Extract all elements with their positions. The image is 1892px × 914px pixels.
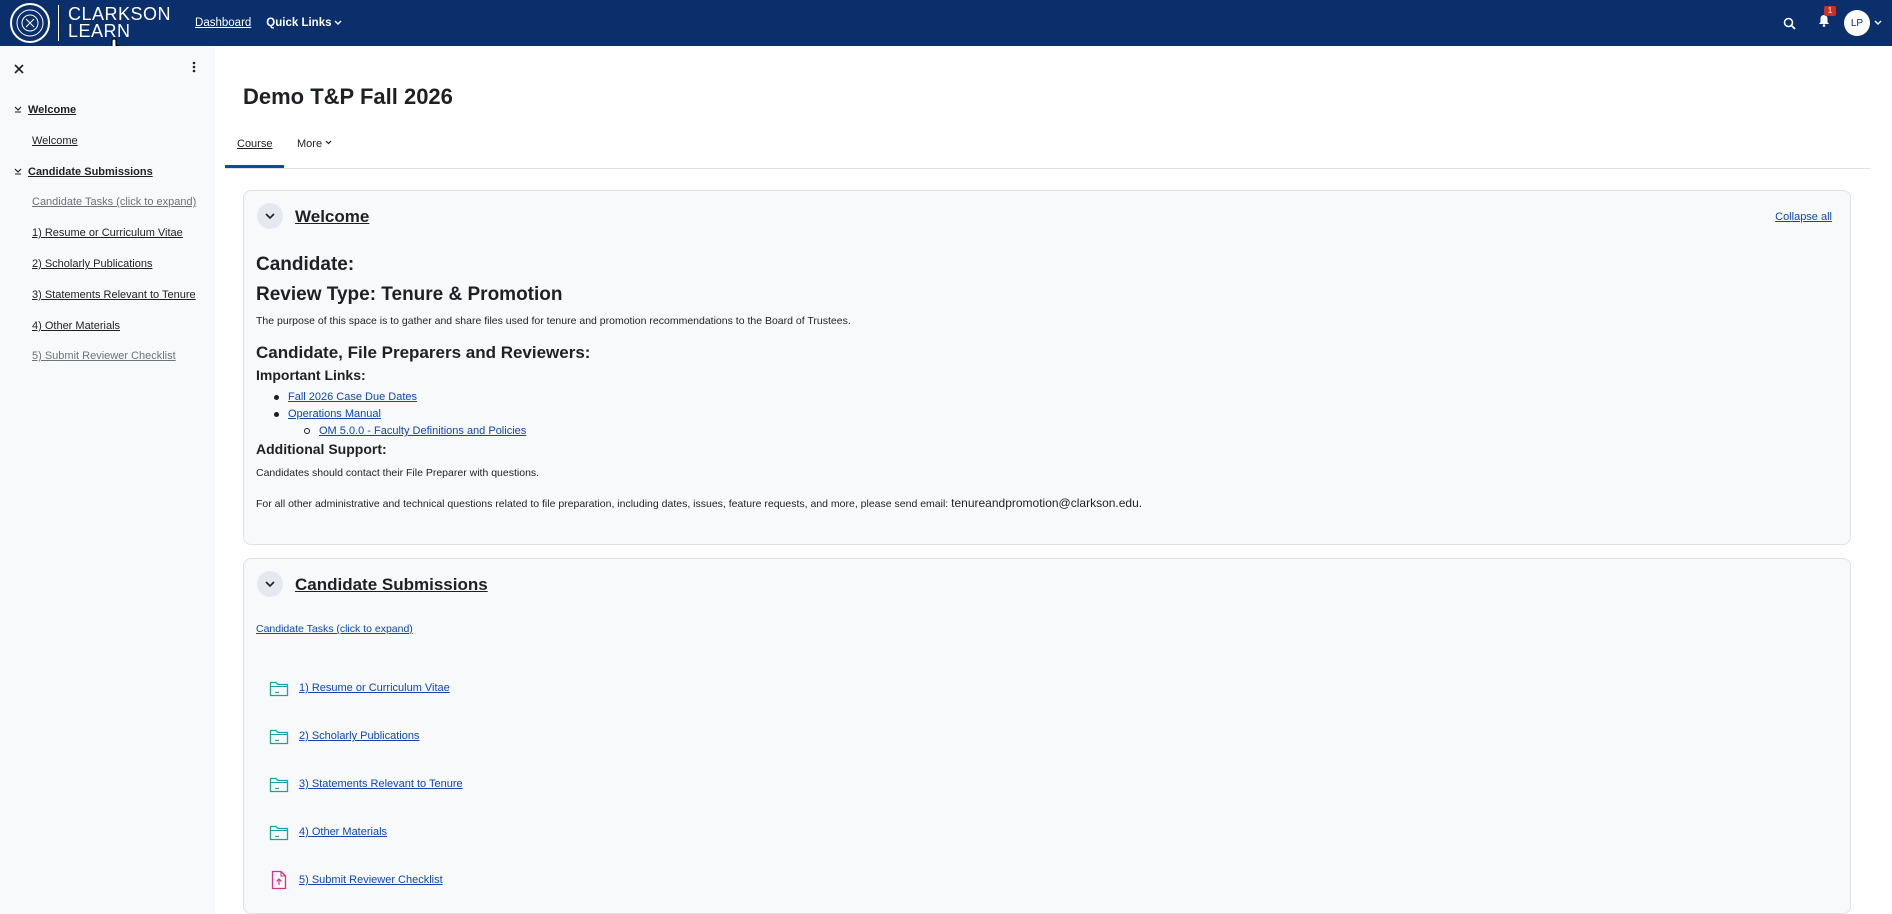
drawer-item-candidate-tasks[interactable]: Candidate Tasks (click to expand) [32, 196, 196, 208]
top-navbar: CLARKSON LEARN Dashboard Quick Links 1 L… [0, 0, 1892, 46]
page-title: Demo T&P Fall 2026 [243, 84, 453, 109]
drawer-item-other-materials[interactable]: 4) Other Materials [32, 320, 120, 332]
candidate-heading: Candidate: [256, 254, 355, 275]
secondary-navigation: Course More [225, 136, 1870, 169]
quick-links-label: Quick Links [266, 17, 332, 29]
site-logo[interactable]: CLARKSON LEARN [10, 0, 171, 46]
section-collapse-toggle[interactable] [257, 203, 283, 229]
activity-link[interactable]: 5) Submit Reviewer Checklist [299, 874, 443, 886]
close-drawer-icon[interactable] [14, 61, 24, 77]
main-content: Demo T&P Fall 2026 Course More Welcome C… [215, 46, 1892, 914]
notifications-button[interactable]: 1 [1818, 6, 1836, 32]
chevron-down-icon [265, 207, 275, 225]
circle-bullet-icon [304, 428, 310, 434]
drawer-item-welcome[interactable]: Welcome [32, 135, 78, 147]
activity-statements-tenure[interactable]: 3) Statements Relevant to Tenure [268, 773, 463, 795]
chevron-down-icon[interactable] [14, 105, 22, 115]
activity-scholarly-publications[interactable]: 2) Scholarly Publications [268, 725, 419, 747]
support-text-admin: For all other administrative and technic… [256, 496, 1142, 510]
drawer-item-reviewer-checklist[interactable]: 5) Submit Reviewer Checklist [32, 350, 176, 362]
drawer-item-resume[interactable]: 1) Resume or Curriculum Vitae [32, 227, 183, 239]
section-candidate-submissions: Candidate Submissions Candidate Tasks (c… [243, 558, 1851, 914]
tab-course-label[interactable]: Course [237, 138, 272, 150]
purpose-text: The purpose of this space is to gather a… [256, 315, 851, 327]
chevron-down-icon[interactable] [14, 167, 22, 177]
collapse-all-link[interactable]: Collapse all [1775, 211, 1832, 223]
candidate-tasks-link[interactable]: Candidate Tasks (click to expand) [256, 623, 413, 635]
list-item: Fall 2026 Case Due Dates [274, 391, 417, 403]
kebab-menu-icon[interactable] [192, 60, 196, 78]
activity-link[interactable]: 3) Statements Relevant to Tenure [299, 778, 463, 790]
support-text-candidates: Candidates should contact their File Pre… [256, 467, 540, 479]
important-links-heading: Important Links: [256, 367, 366, 383]
notification-count-badge: 1 [1824, 6, 1836, 16]
cfpr-heading: Candidate, File Preparers and Reviewers: [256, 343, 591, 362]
search-icon[interactable] [1783, 17, 1796, 30]
support-text-body: For all other administrative and technic… [256, 498, 952, 510]
activity-resume[interactable]: 1) Resume or Curriculum Vitae [268, 677, 450, 699]
drawer-section-candidate-submissions[interactable]: Candidate Submissions [14, 166, 153, 178]
bullet-icon [274, 411, 279, 417]
support-email: tenureandpromotion@clarkson.edu. [951, 496, 1143, 510]
assignment-icon [268, 869, 290, 891]
folder-icon [268, 821, 290, 843]
tab-course[interactable]: Course [225, 136, 285, 168]
top-right-tools: 1 LP [1783, 0, 1892, 46]
chevron-down-icon [265, 575, 275, 593]
bell-icon [1818, 14, 1830, 32]
case-due-dates-link[interactable]: Fall 2026 Case Due Dates [288, 391, 417, 403]
drawer-section-title[interactable]: Welcome [28, 104, 76, 116]
activity-reviewer-checklist[interactable]: 5) Submit Reviewer Checklist [268, 869, 443, 891]
section-title[interactable]: Candidate Submissions [295, 575, 488, 595]
review-type-heading: Review Type: Tenure & Promotion [256, 284, 563, 305]
tab-more[interactable]: More [285, 136, 344, 166]
section-title[interactable]: Welcome [295, 207, 369, 227]
folder-icon [268, 773, 290, 795]
section-collapse-toggle[interactable] [257, 571, 283, 597]
user-avatar[interactable]: LP [1844, 10, 1870, 36]
nav-quick-links-dropdown[interactable]: Quick Links [266, 17, 342, 29]
section-welcome: Welcome Collapse all Candidate: Review T… [243, 190, 1851, 545]
tab-more-label: More [297, 138, 323, 150]
om-faculty-definitions-link[interactable]: OM 5.0.0 - Faculty Definitions and Polic… [319, 425, 526, 437]
user-menu-chevron-icon[interactable] [1874, 18, 1882, 29]
list-item: OM 5.0.0 - Faculty Definitions and Polic… [304, 425, 526, 437]
activity-link[interactable]: 2) Scholarly Publications [299, 730, 419, 742]
drawer-section-welcome[interactable]: Welcome [14, 104, 76, 116]
course-index-drawer: Welcome Welcome Candidate Submissions Ca… [0, 46, 215, 914]
folder-icon [268, 677, 290, 699]
list-item: Operations Manual [274, 408, 381, 420]
logo-divider [58, 5, 59, 41]
logo-text: CLARKSON LEARN [68, 5, 171, 40]
drawer-item-statements-tenure[interactable]: 3) Statements Relevant to Tenure [32, 289, 196, 301]
chevron-down-icon [334, 18, 342, 28]
bullet-icon [274, 394, 279, 400]
drawer-section-title[interactable]: Candidate Submissions [28, 166, 153, 178]
drawer-item-scholarly-publications[interactable]: 2) Scholarly Publications [32, 258, 152, 270]
activity-link[interactable]: 4) Other Materials [299, 826, 387, 838]
chevron-down-icon [325, 138, 332, 147]
clarkson-seal-icon [10, 3, 50, 43]
additional-support-heading: Additional Support: [256, 441, 387, 457]
operations-manual-link[interactable]: Operations Manual [288, 408, 381, 420]
nav-dashboard-link[interactable]: Dashboard [195, 17, 251, 29]
activity-link[interactable]: 1) Resume or Curriculum Vitae [299, 682, 450, 694]
activity-other-materials[interactable]: 4) Other Materials [268, 821, 387, 843]
folder-icon [268, 725, 290, 747]
